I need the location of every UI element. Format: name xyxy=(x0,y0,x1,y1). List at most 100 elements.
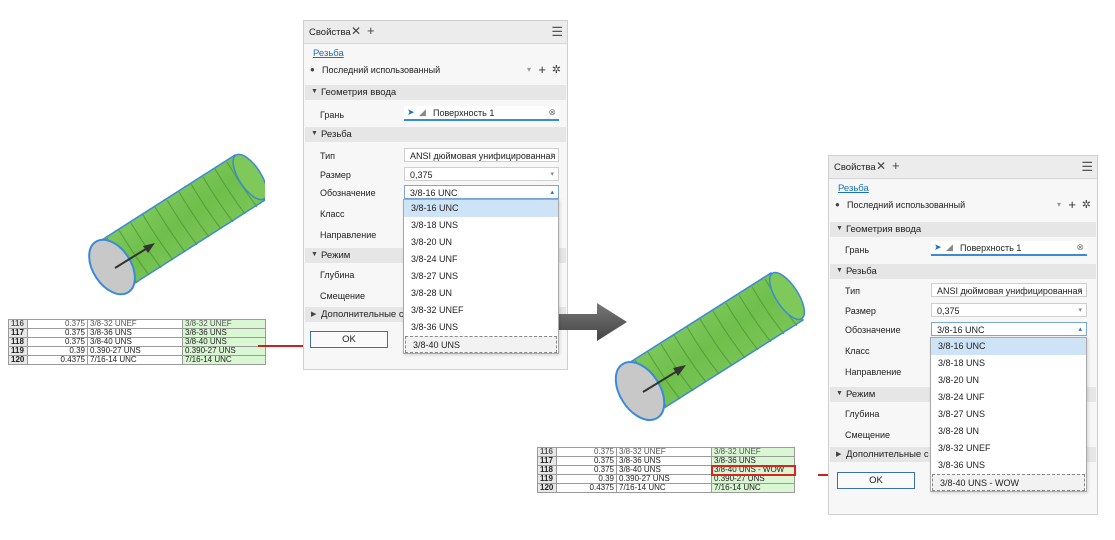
dropdown-option[interactable]: 3/8-40 UNS xyxy=(405,336,557,353)
preset-select[interactable]: ● Последний использованный ▾ + ✲ xyxy=(835,197,1091,213)
size-select[interactable]: 0,375 ▾ xyxy=(931,303,1087,317)
dropdown-option[interactable]: 3/8-28 UN xyxy=(404,285,558,302)
table-row: 120 0.4375 7/16-14 UNC 7/16-14 UNC xyxy=(537,483,795,493)
dropdown-option[interactable]: 3/8-32 UNEF xyxy=(404,302,558,319)
designation-label: Обозначение xyxy=(320,188,376,198)
thread-type-select[interactable]: ANSI дюймовая унифицированная ▾ xyxy=(931,283,1087,297)
add-preset-icon[interactable]: + xyxy=(538,62,546,77)
chevron-down-icon[interactable]: ▾ xyxy=(1057,200,1061,209)
thread-type-select[interactable]: ANSI дюймовая унифицированная ▾ xyxy=(404,148,559,162)
expand-arrow-icon: ▶ xyxy=(311,311,317,318)
menu-icon[interactable]: ☰ xyxy=(551,24,563,40)
feature-link-thread[interactable]: Резьба xyxy=(838,183,869,194)
clear-icon[interactable]: ⊗ xyxy=(548,107,556,118)
surface-icon: ◢ xyxy=(946,242,953,252)
dropdown-option[interactable]: 3/8-18 UNS xyxy=(931,355,1086,372)
class-label: Класс xyxy=(320,209,345,219)
chevron-down-icon: ▾ xyxy=(550,152,554,159)
add-tab-icon[interactable]: + xyxy=(892,158,900,173)
dropdown-option[interactable]: 3/8-16 UNC xyxy=(931,338,1086,355)
gear-icon[interactable]: ✲ xyxy=(1082,198,1091,211)
close-icon[interactable]: ✕ xyxy=(876,159,886,173)
dropdown-option[interactable]: 3/8-20 UN xyxy=(931,372,1086,389)
dropdown-option[interactable]: 3/8-40 UNS - WOW xyxy=(932,474,1085,491)
face-selector[interactable]: ➤ ◢ Поверхность 1 ⊗ xyxy=(404,106,559,121)
collapse-arrow-icon: ▼ xyxy=(836,390,843,397)
offset-label: Смещение xyxy=(845,430,891,440)
preset-value: Последний использованный xyxy=(322,65,441,75)
ok-button[interactable]: OK xyxy=(837,472,915,489)
size-select[interactable]: 0,375 ▾ xyxy=(404,167,559,181)
thread-table-before: 116 0.375 3/8-32 UNEF 3/8-32 UNEF 117 0.… xyxy=(8,319,266,365)
panel-tabbar: Свойства ✕ + ☰ xyxy=(829,156,1097,179)
size-label: Размер xyxy=(845,306,876,316)
table-row: 117 0.375 3/8-36 UNS 3/8-36 UNS xyxy=(8,328,266,338)
collapse-arrow-icon: ▼ xyxy=(311,251,318,258)
dropdown-option[interactable]: 3/8-20 UN xyxy=(404,234,558,251)
type-label: Тип xyxy=(320,151,336,161)
collapse-arrow-icon: ▼ xyxy=(836,225,843,232)
feature-link-thread[interactable]: Резьба xyxy=(313,48,344,59)
tab-properties[interactable]: Свойства xyxy=(309,27,351,38)
section-thread[interactable]: ▼ Резьба xyxy=(305,127,566,142)
dropdown-option[interactable]: 3/8-18 UNS xyxy=(404,217,558,234)
collapse-arrow-icon: ▼ xyxy=(311,88,318,95)
ok-button[interactable]: OK xyxy=(310,331,388,348)
panel-tabbar: Свойства ✕ + ☰ xyxy=(304,21,567,44)
chevron-down-icon: ▾ xyxy=(1078,307,1082,314)
designation-select[interactable]: 3/8-16 UNC ▴ xyxy=(404,185,559,199)
chevron-down-icon: ▾ xyxy=(550,171,554,178)
direction-label: Направление xyxy=(845,367,902,377)
preset-value: Последний использованный xyxy=(847,200,966,210)
direction-label: Направление xyxy=(320,230,377,240)
dropdown-option[interactable]: 3/8-28 UN xyxy=(931,423,1086,440)
dropdown-option[interactable]: 3/8-16 UNC xyxy=(404,200,558,217)
preset-dot-icon: ● xyxy=(310,65,315,74)
section-input-geometry[interactable]: ▼ Геометрия ввода xyxy=(830,222,1096,237)
select-cursor-icon: ➤ xyxy=(934,242,942,252)
properties-panel-before: Свойства ✕ + ☰ Резьба ● Последний исполь… xyxy=(303,20,568,370)
dropdown-option[interactable]: 3/8-36 UNS xyxy=(404,319,558,336)
surface-icon: ◢ xyxy=(419,107,426,117)
collapse-arrow-icon: ▼ xyxy=(311,130,318,137)
menu-icon[interactable]: ☰ xyxy=(1081,159,1093,175)
collapse-arrow-icon: ▼ xyxy=(836,267,843,274)
select-cursor-icon: ➤ xyxy=(407,107,415,117)
depth-label: Глубина xyxy=(320,270,355,280)
gear-icon[interactable]: ✲ xyxy=(552,63,561,76)
face-label: Грань xyxy=(845,245,870,255)
clear-icon[interactable]: ⊗ xyxy=(1076,242,1084,253)
close-icon[interactable]: ✕ xyxy=(351,24,361,38)
chevron-down-icon: ▾ xyxy=(1078,287,1082,294)
dropdown-option[interactable]: 3/8-24 UNF xyxy=(404,251,558,268)
threaded-cylinder-before xyxy=(88,153,265,296)
preset-select[interactable]: ● Последний использованный ▾ + ✲ xyxy=(310,62,561,78)
threaded-cylinder-after xyxy=(614,271,806,421)
face-label: Грань xyxy=(320,110,345,120)
dropdown-option[interactable]: 3/8-27 UNS xyxy=(404,268,558,285)
chevron-down-icon[interactable]: ▾ xyxy=(527,65,531,74)
expand-arrow-icon: ▶ xyxy=(836,451,842,458)
section-input-geometry[interactable]: ▼ Геометрия ввода xyxy=(305,85,566,100)
dropdown-option[interactable]: 3/8-24 UNF xyxy=(931,389,1086,406)
chevron-up-icon: ▴ xyxy=(1078,326,1082,333)
preset-dot-icon: ● xyxy=(835,200,840,209)
thread-table-after: 116 0.375 3/8-32 UNEF 3/8-32 UNEF 117 0.… xyxy=(537,447,796,493)
type-label: Тип xyxy=(845,286,861,296)
designation-select[interactable]: 3/8-16 UNC ▴ xyxy=(931,322,1087,336)
face-selector[interactable]: ➤ ◢ Поверхность 1 ⊗ xyxy=(931,241,1087,256)
properties-panel-after: Свойства ✕ + ☰ Резьба ● Последний исполь… xyxy=(828,155,1098,515)
dropdown-option[interactable]: 3/8-36 UNS xyxy=(931,457,1086,474)
table-row: 116 0.375 3/8-32 UNEF 3/8-32 UNEF xyxy=(537,447,795,457)
section-thread[interactable]: ▼ Резьба xyxy=(830,264,1096,279)
chevron-up-icon: ▴ xyxy=(550,189,554,196)
tab-properties[interactable]: Свойства xyxy=(834,162,876,173)
designation-dropdown: 3/8-16 UNC 3/8-18 UNS 3/8-20 UN 3/8-24 U… xyxy=(930,337,1087,492)
dropdown-option[interactable]: 3/8-27 UNS xyxy=(931,406,1086,423)
class-label: Класс xyxy=(845,346,870,356)
add-tab-icon[interactable]: + xyxy=(367,23,375,38)
table-row: 116 0.375 3/8-32 UNEF 3/8-32 UNEF xyxy=(8,319,266,329)
offset-label: Смещение xyxy=(320,291,366,301)
dropdown-option[interactable]: 3/8-32 UNEF xyxy=(931,440,1086,457)
add-preset-icon[interactable]: + xyxy=(1068,197,1076,212)
